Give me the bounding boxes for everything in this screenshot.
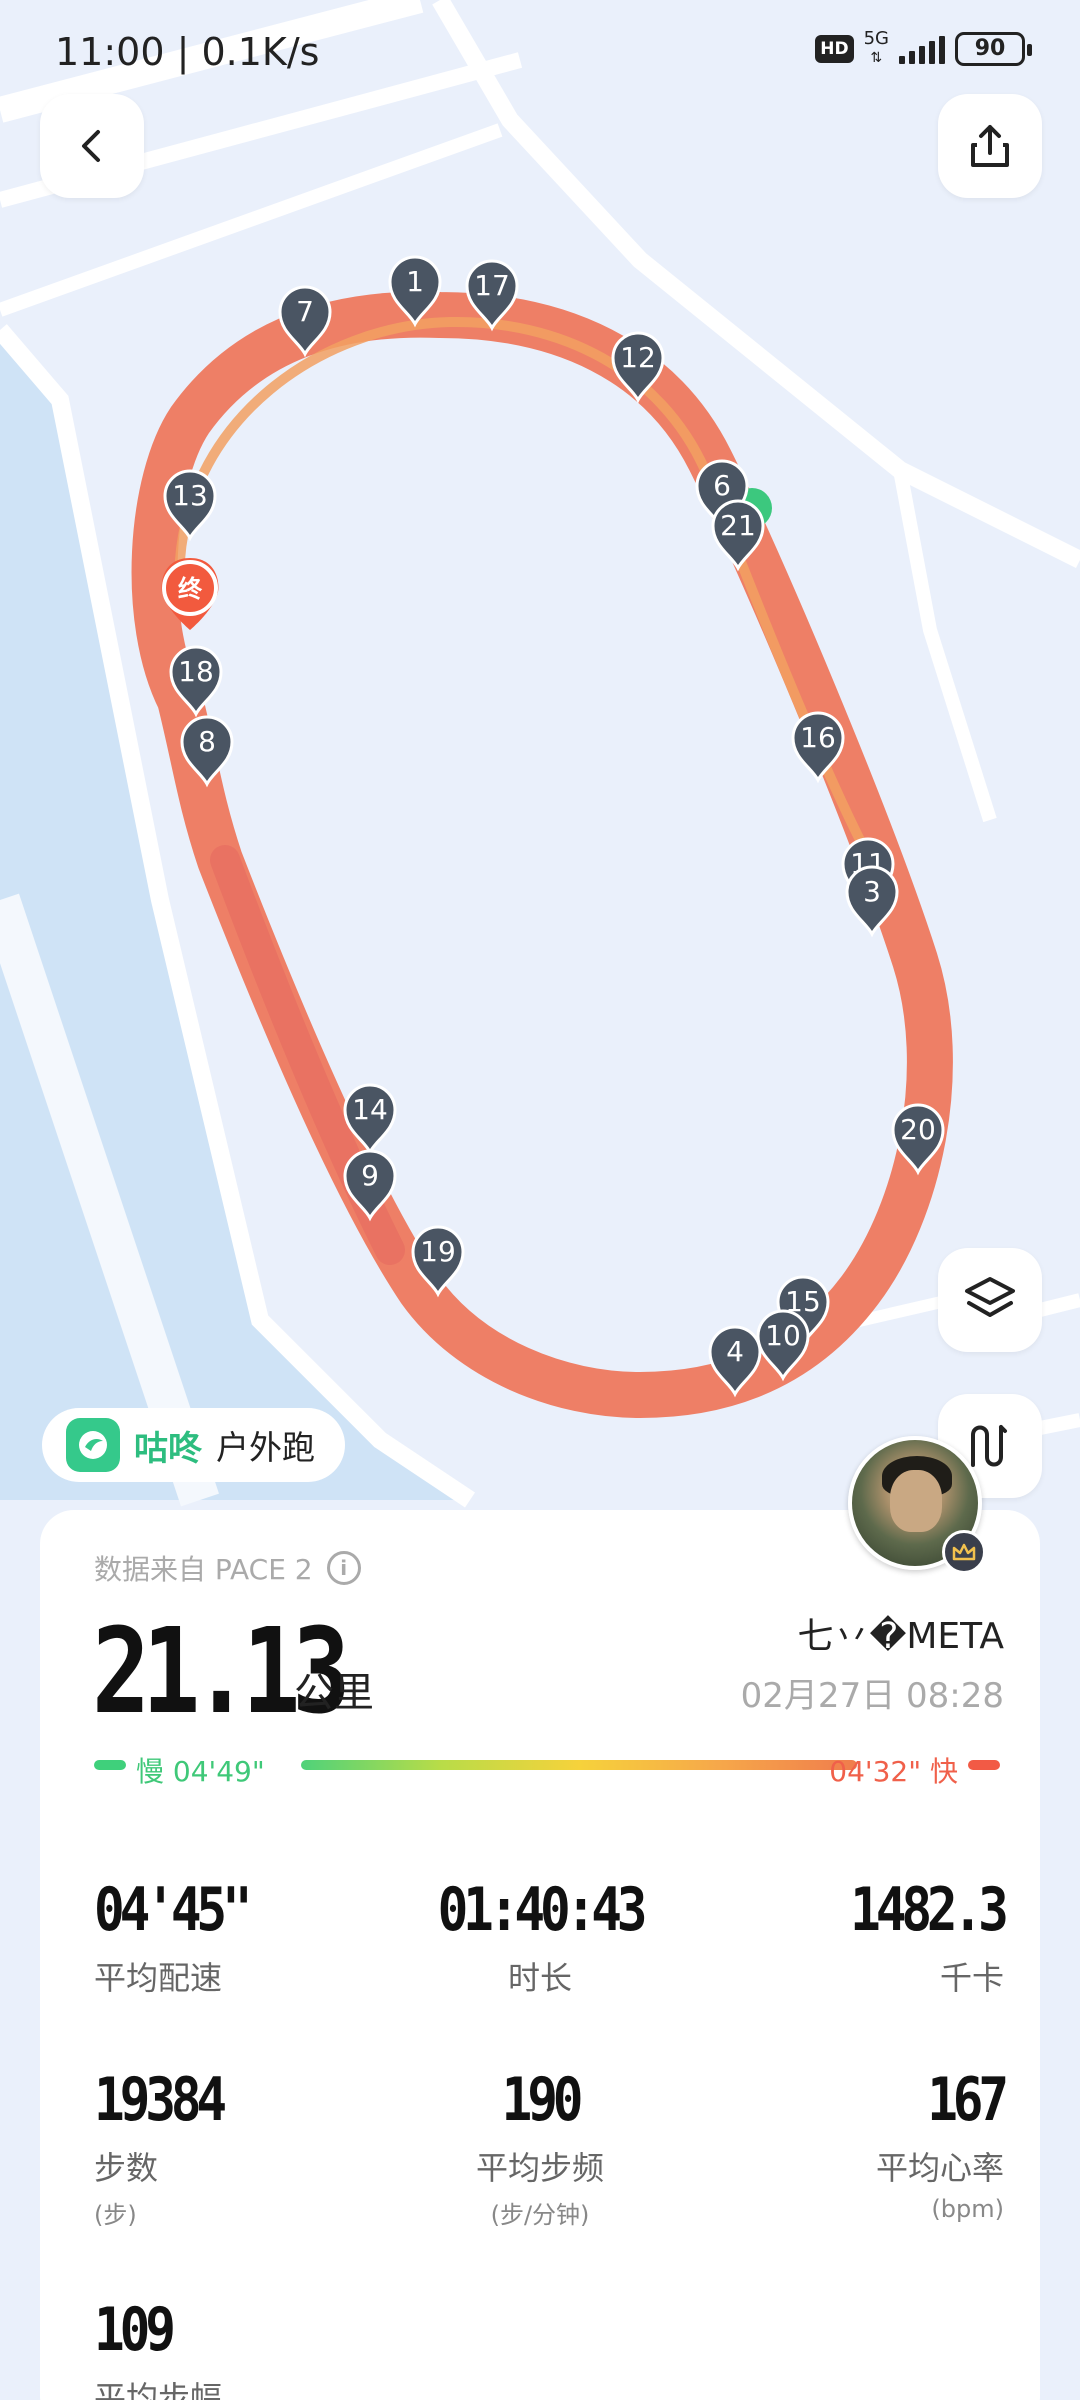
km-marker-label: 14 <box>352 1093 388 1126</box>
km-marker-label: 13 <box>172 479 208 512</box>
km-marker-label: 16 <box>800 721 836 754</box>
stat-duration: 01:40:43 时长 <box>437 1875 648 1997</box>
km-marker-label: 20 <box>900 1113 936 1146</box>
km-marker-label: 17 <box>474 269 510 302</box>
crown-badge-icon <box>942 1530 986 1574</box>
share-icon <box>971 125 1009 167</box>
pace-fast-indicator <box>968 1760 1000 1770</box>
signal-icon <box>899 34 945 64</box>
stat-heart-rate: 167 平均心率 (bpm) <box>875 2065 1009 2223</box>
status-time: 11:00 | 0.1K/s <box>55 30 320 74</box>
activity-type: 户外跑 <box>216 1428 315 1467</box>
km-marker-label: 10 <box>765 1319 801 1352</box>
summary-card: 数据来自 PACE 2 i 21.13 公里 七丷�META 02月27日 08… <box>40 1510 1040 2400</box>
back-arrow-icon <box>82 130 100 162</box>
svg-text:终: 终 <box>178 575 203 603</box>
map-layers-button[interactable] <box>938 1248 1042 1352</box>
codoon-logo-icon <box>66 1418 120 1472</box>
km-marker-label: 19 <box>420 1235 456 1268</box>
km-marker-label: 21 <box>720 509 756 542</box>
km-marker-label: 9 <box>361 1159 379 1192</box>
run-detail-screen: 终 1 17 7 12 6 21 13 18 8 16 11 3 14 9 20 19 15 10 4 11:00 … <box>0 0 1080 2400</box>
network-type: 5G ⇅ <box>863 28 889 67</box>
layers-icon <box>965 1277 1015 1317</box>
stat-stride: 109 平均步幅 <box>94 2295 223 2400</box>
stat-cadence: 190 平均步频 (步/分钟) <box>475 2065 604 2229</box>
pace-slow-label: 慢 04'49" <box>136 1755 265 1788</box>
status-icons: HD 5G ⇅ 90 <box>815 28 1032 67</box>
status-bar: 11:00 | 0.1K/s HD 5G ⇅ 90 <box>0 0 1080 110</box>
app-name: 咕咚 <box>134 1428 202 1469</box>
km-marker-label: 6 <box>713 469 731 502</box>
pace-bar: 慢 04'49" 04'32" 快 <box>94 1750 1000 1788</box>
run-date: 02月27日 08:28 <box>740 1676 1004 1716</box>
user-name: 七丷�META <box>797 1616 1004 1657</box>
share-button[interactable] <box>938 94 1042 198</box>
km-marker-label: 12 <box>620 341 656 374</box>
pace-slow-indicator <box>94 1760 126 1770</box>
km-marker-label: 4 <box>726 1335 744 1368</box>
stat-steps: 19384 步数 (步) <box>94 2065 227 2229</box>
data-source: 数据来自 PACE 2 i <box>94 1548 361 1588</box>
pace-fast-label: 04'32" 快 <box>829 1755 958 1788</box>
info-icon[interactable]: i <box>326 1551 361 1585</box>
km-marker-label: 7 <box>296 295 314 328</box>
hd-icon: HD <box>815 34 854 63</box>
distance-unit: 公里 <box>294 1670 374 1716</box>
app-source-chip: 咕咚 户外跑 <box>42 1408 345 1482</box>
battery-icon: 90 <box>955 31 1032 66</box>
stat-avg-pace: 04'45" 平均配速 <box>94 1875 253 1997</box>
stat-calories: 1482.3 千卡 <box>850 1875 1009 1997</box>
back-button[interactable] <box>40 94 144 198</box>
km-marker-label: 1 <box>406 265 424 298</box>
pace-gradient <box>301 1760 857 1770</box>
km-marker-label: 3 <box>863 875 881 908</box>
km-marker-label: 8 <box>198 725 216 758</box>
km-marker-label: 18 <box>178 655 214 688</box>
